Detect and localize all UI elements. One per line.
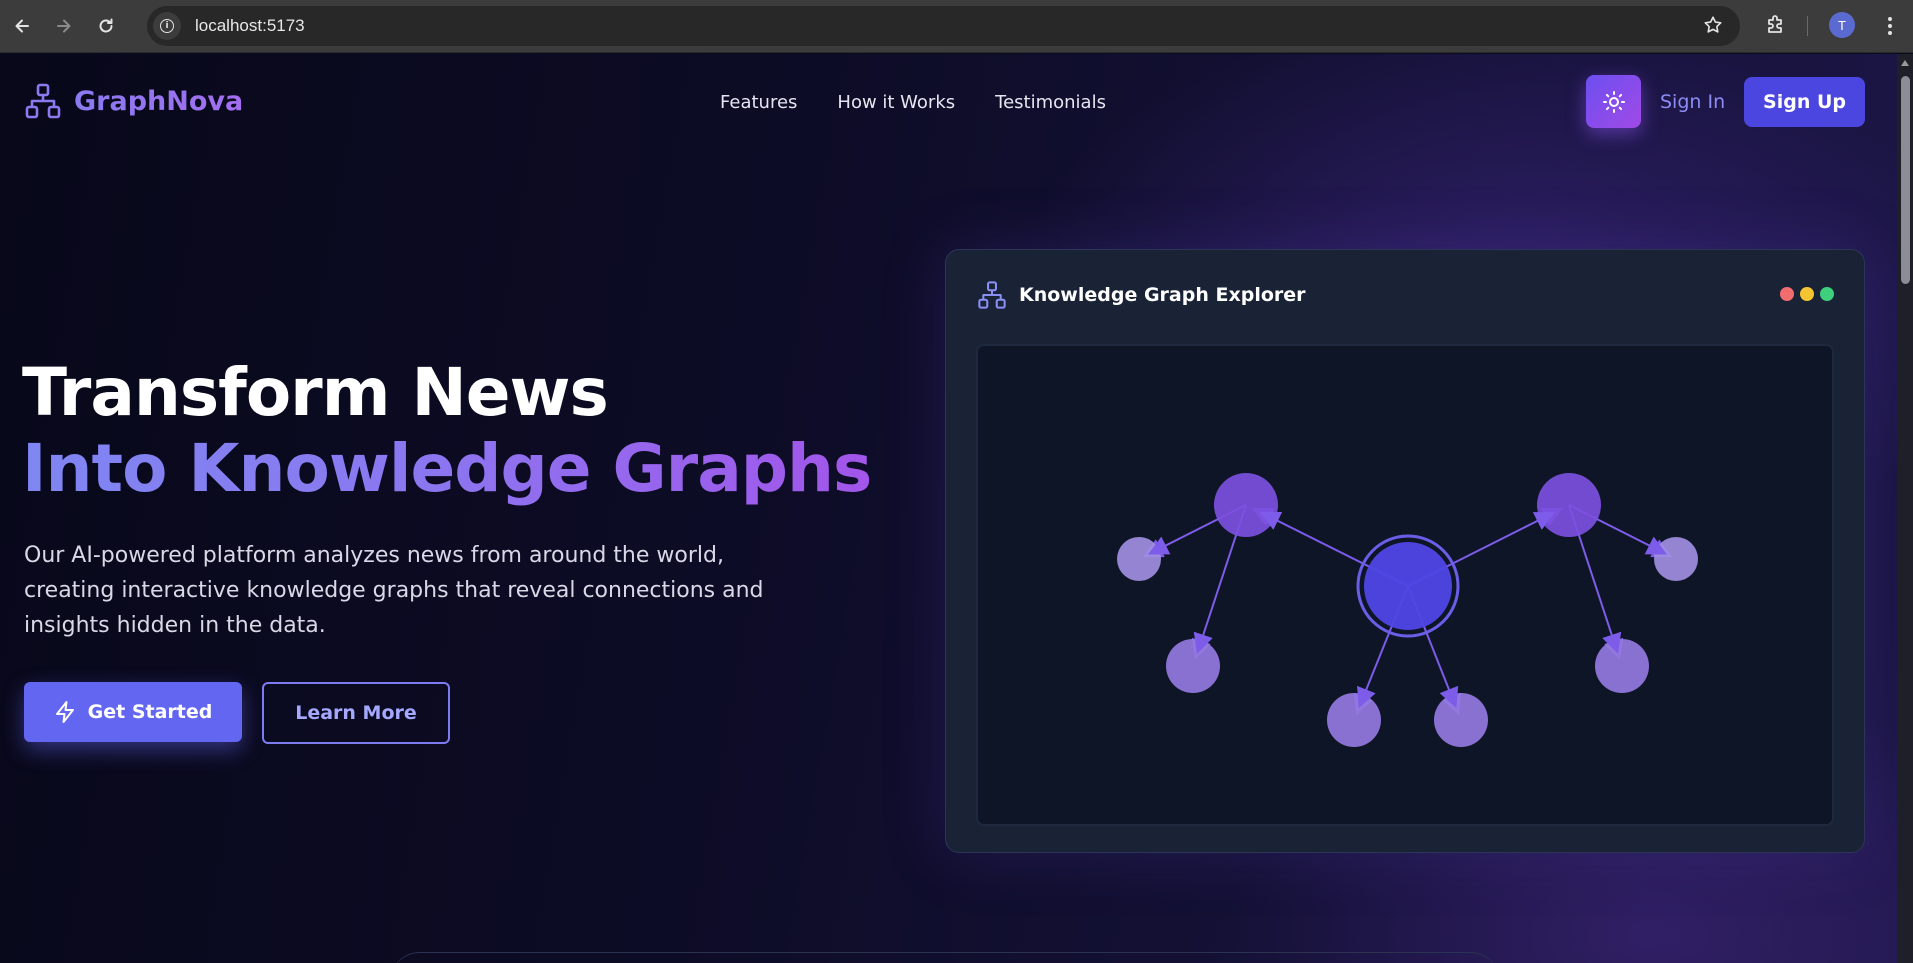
card-header: Knowledge Graph Explorer [977,280,1306,310]
reload-icon[interactable] [90,10,122,42]
toolbar-divider [1807,16,1808,36]
window-controls [1780,287,1834,301]
scrollbar-thumb[interactable] [1901,76,1910,284]
sign-in-link[interactable]: Sign In [1660,91,1725,113]
graph-node-center[interactable] [1364,542,1452,630]
window-dot-red [1780,287,1794,301]
browser-toolbar: i localhost:5173 T [0,0,1913,53]
graph-node-hub-left[interactable] [1214,473,1278,537]
bookmark-star-icon[interactable] [1702,14,1724,41]
graph-node-leaf-lower-left[interactable] [1166,639,1220,693]
hero-title-line2: Into Knowledge Graphs [22,430,872,507]
nav-link-features[interactable]: Features [720,92,797,113]
sun-icon [1602,90,1625,113]
window-dot-yellow [1800,287,1814,301]
knowledge-graph[interactable] [978,346,1836,828]
address-bar[interactable]: i localhost:5173 [147,6,1740,46]
graph-node-leaf-far-left[interactable] [1117,537,1161,581]
graph-canvas[interactable] [976,344,1834,826]
site-info-icon[interactable]: i [153,12,181,40]
brand-name: GraphNova [74,85,244,117]
lightning-icon [55,701,74,723]
learn-more-button[interactable]: Learn More [262,682,450,744]
next-section-edge [390,952,1500,963]
card-title: Knowledge Graph Explorer [1019,284,1306,306]
sign-up-button[interactable]: Sign Up [1744,77,1865,127]
get-started-button[interactable]: Get Started [24,682,242,742]
nav-link-how-it-works[interactable]: How it Works [837,92,955,113]
url-text[interactable]: localhost:5173 [195,16,305,36]
get-started-label: Get Started [87,701,213,723]
graph-node-leaf-lower-right[interactable] [1595,639,1649,693]
page: GraphNova Features How it Works Testimon… [0,54,1897,963]
nav-link-testimonials[interactable]: Testimonials [995,92,1106,113]
profile-avatar[interactable]: T [1829,12,1855,38]
window-dot-green [1820,287,1834,301]
back-icon[interactable] [6,10,38,42]
page-scrollbar[interactable] [1897,54,1913,963]
network-logo-icon [25,83,61,119]
hero-title-line1: Transform News [22,354,609,431]
graph-node-hub-right[interactable] [1537,473,1601,537]
hero-description: Our AI-powered platform analyzes news fr… [24,543,764,638]
knowledge-graph-card: Knowledge Graph Explorer [945,249,1865,853]
graph-node-leaf-bottom-left[interactable] [1327,693,1381,747]
network-icon [978,281,1006,309]
scroll-up-arrow-icon[interactable] [1901,60,1909,66]
brand-logo[interactable]: GraphNova [24,82,243,120]
browser-menu-icon[interactable] [1880,12,1900,40]
theme-toggle-button[interactable] [1586,75,1641,128]
extensions-icon[interactable] [1762,11,1790,39]
main-nav: Features How it Works Testimonials [720,92,1106,113]
graph-node-leaf-far-right[interactable] [1654,537,1698,581]
forward-icon[interactable] [48,10,80,42]
graph-node-leaf-bottom-right[interactable] [1434,693,1488,747]
